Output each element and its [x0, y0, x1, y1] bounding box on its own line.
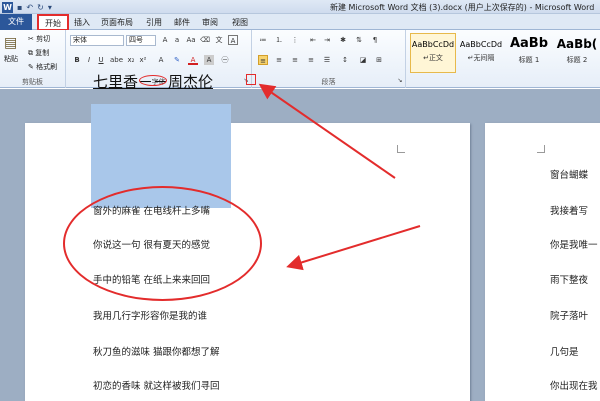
show-marks-icon[interactable]: ¶	[370, 35, 380, 45]
style-heading-1[interactable]: AaBb 标题 1	[506, 33, 552, 73]
title-bar: W ▪ ↶ ↻ ▾ 新建 Microsoft Word 文档 (3).docx …	[0, 0, 600, 14]
page2-line[interactable]: 雨下整夜	[550, 272, 588, 286]
subscript-icon[interactable]: x₂	[126, 55, 136, 65]
increase-indent-icon[interactable]: ⇥	[322, 35, 332, 45]
font-name-select[interactable]: 宋体	[70, 35, 124, 46]
char-shading-icon[interactable]: A	[204, 55, 214, 65]
strikethrough-icon[interactable]: abe	[110, 55, 123, 65]
page2-line[interactable]: 窗台蝴蝶	[550, 167, 588, 181]
phonetic-guide-icon[interactable]: 文	[214, 35, 224, 45]
paste-button[interactable]: 粘贴	[4, 54, 18, 64]
font-size-select[interactable]: 四号	[126, 35, 156, 46]
enclose-chars-icon[interactable]: ㊀	[220, 55, 230, 65]
sort-icon[interactable]: ⇅	[354, 35, 364, 45]
cut-button[interactable]: ✂ 剪切	[28, 34, 50, 44]
annotation-circle-font-label	[139, 75, 167, 86]
styles-group: AaBbCcDd ↵正文 AaBbCcDd ↵无间隔 AaBb 标题 1 AaB…	[406, 30, 600, 88]
tab-references[interactable]: 引用	[144, 15, 164, 30]
tab-insert[interactable]: 插入	[72, 15, 92, 30]
page2-line[interactable]: 你出现在我	[550, 378, 598, 392]
tab-mailings[interactable]: 邮件	[172, 15, 192, 30]
ribbon: ▤ 粘贴 ✂ 剪切 ⧉ 复制 ✎ 格式刷 剪贴板 宋体 四号 A a Aa ⌫ …	[0, 30, 600, 88]
clipboard-label: 剪贴板	[22, 78, 43, 86]
italic-icon[interactable]: I	[84, 55, 94, 65]
word-app-icon[interactable]: W	[2, 1, 13, 13]
shrink-font-icon[interactable]: a	[172, 35, 182, 45]
customize-toolbar-icon[interactable]: ▾	[48, 3, 52, 12]
superscript-icon[interactable]: x²	[138, 55, 148, 65]
margin-corner-mark	[537, 145, 545, 153]
line-spacing-icon[interactable]: ↕	[340, 55, 350, 65]
style-normal[interactable]: AaBbCcDd ↵正文	[410, 33, 456, 73]
paragraph-dialog-launcher-icon[interactable]: ↘	[396, 76, 404, 84]
style-heading-2[interactable]: AaBb( 标题 2	[554, 33, 600, 73]
bold-icon[interactable]: B	[72, 55, 82, 65]
cut-icon: ✂	[28, 35, 37, 43]
paragraph-group: ≔ ⒈ ⋮ ⇤ ⇥ ✱ ⇅ ¶ ≡ ≡ ≡ ≡ ☰ ↕ ◪ ⊞ 段落 ↘	[252, 30, 406, 88]
annotation-ellipse-selection	[63, 186, 262, 301]
page2-line[interactable]: 几句是	[550, 344, 579, 358]
tab-home[interactable]: 开始	[37, 14, 69, 31]
text-effects-icon[interactable]: A	[156, 55, 166, 65]
page2-line[interactable]: 院子落叶	[550, 308, 588, 322]
borders-icon[interactable]: ⊞	[374, 55, 384, 65]
numbering-icon[interactable]: ⒈	[274, 35, 284, 45]
tab-page-layout[interactable]: 页面布局	[98, 15, 136, 30]
chinese-layout-icon[interactable]: ✱	[338, 35, 348, 45]
annotation-box-font-launcher	[246, 74, 256, 85]
redo-icon[interactable]: ↻	[37, 3, 44, 12]
font-color-icon[interactable]: A	[188, 55, 198, 65]
clipboard-group: ▤ 粘贴 ✂ 剪切 ⧉ 复制 ✎ 格式刷 剪贴板	[0, 30, 66, 88]
align-right-icon[interactable]: ≡	[290, 55, 300, 65]
char-border-icon[interactable]: A	[228, 35, 238, 45]
page-2[interactable]	[485, 123, 600, 401]
align-left-icon[interactable]: ≡	[258, 55, 268, 65]
grow-font-icon[interactable]: A	[160, 35, 170, 45]
style-no-spacing[interactable]: AaBbCcDd ↵无间隔	[458, 33, 504, 73]
ribbon-tabs: 文件 开始 插入 页面布局 引用 邮件 审阅 视图	[0, 14, 600, 31]
paragraph-group-label: 段落	[321, 78, 336, 86]
copy-button[interactable]: ⧉ 复制	[28, 48, 49, 58]
lyric-line[interactable]: 初恋的香味 就这样被我们寻回	[93, 378, 220, 392]
justify-icon[interactable]: ≡	[306, 55, 316, 65]
margin-corner-mark	[397, 145, 405, 153]
change-case-icon[interactable]: Aa	[186, 35, 196, 45]
underline-icon[interactable]: U	[96, 55, 106, 65]
format-painter-icon: ✎	[28, 63, 37, 71]
lyric-line[interactable]: 我用几行字形容你是我的谁	[93, 308, 207, 322]
tab-view[interactable]: 视图	[230, 15, 250, 30]
multilevel-list-icon[interactable]: ⋮	[290, 35, 300, 45]
bullets-icon[interactable]: ≔	[258, 35, 268, 45]
clear-format-icon[interactable]: ⌫	[200, 35, 210, 45]
page2-line[interactable]: 你是我唯一	[550, 237, 598, 251]
align-center-icon[interactable]: ≡	[274, 55, 284, 65]
lyric-line[interactable]: 秋刀鱼的滋味 猫跟你都想了解	[93, 344, 220, 358]
format-painter-button[interactable]: ✎ 格式刷	[28, 62, 57, 72]
highlight-color-icon[interactable]: ✎	[172, 55, 182, 65]
tab-review[interactable]: 审阅	[200, 15, 220, 30]
distributed-icon[interactable]: ☰	[322, 55, 332, 65]
decrease-indent-icon[interactable]: ⇤	[308, 35, 318, 45]
tab-file[interactable]: 文件	[0, 14, 32, 30]
save-icon[interactable]: ▪	[17, 3, 22, 12]
paste-icon[interactable]: ▤	[4, 35, 17, 51]
window-title: 新建 Microsoft Word 文档 (3).docx (用户上次保存的) …	[330, 3, 595, 12]
quick-access-toolbar: W ▪ ↶ ↻ ▾	[2, 1, 52, 13]
shading-icon[interactable]: ◪	[358, 55, 368, 65]
page2-line[interactable]: 我接着写	[550, 203, 588, 217]
undo-icon[interactable]: ↶	[26, 3, 33, 12]
